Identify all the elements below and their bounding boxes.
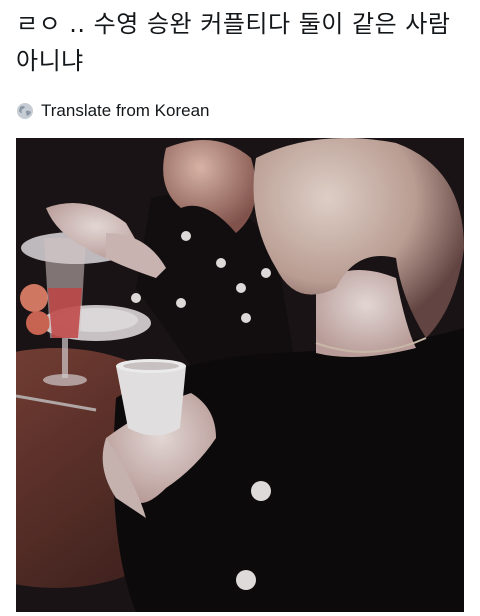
globe-icon [16,102,34,120]
photo-illustration [16,138,464,612]
tweet-photo[interactable] [16,138,464,612]
translate-link[interactable]: Translate from Korean [16,99,210,123]
tweet-text: ㄹㅇ .. 수영 승완 커플티다 둘이 같은 사람 아니냐 [16,10,451,75]
translate-label: Translate from Korean [41,101,210,120]
